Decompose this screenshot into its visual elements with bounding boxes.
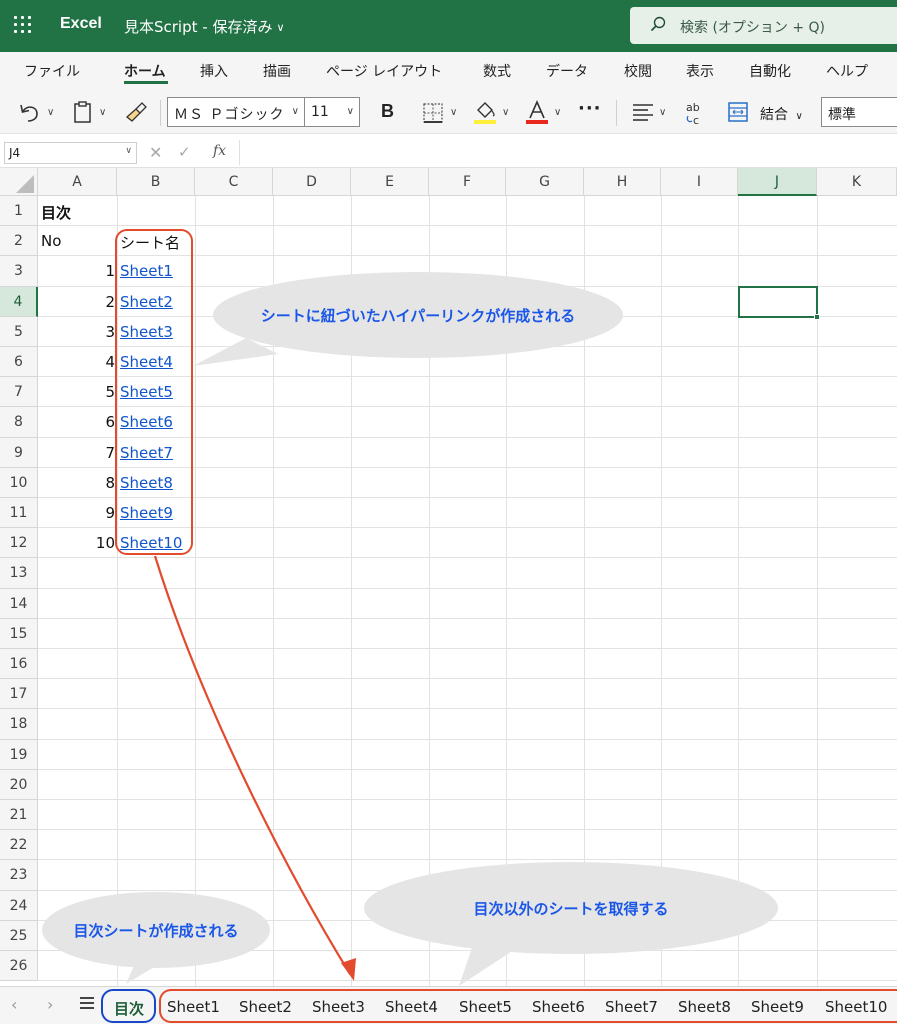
callout-bubble-links: シートに紐づいたハイパーリンクが作成される bbox=[213, 272, 623, 358]
callout-text-others: 目次以外のシートを取得する bbox=[473, 899, 669, 918]
callout-text-toc: 目次シートが作成される bbox=[73, 921, 239, 940]
callout-bubble-toc: 目次シートが作成される bbox=[42, 892, 270, 968]
callout-bubble-others: 目次以外のシートを取得する bbox=[364, 862, 778, 954]
callout-text-links: シートに紐づいたハイパーリンクが作成される bbox=[260, 306, 576, 325]
